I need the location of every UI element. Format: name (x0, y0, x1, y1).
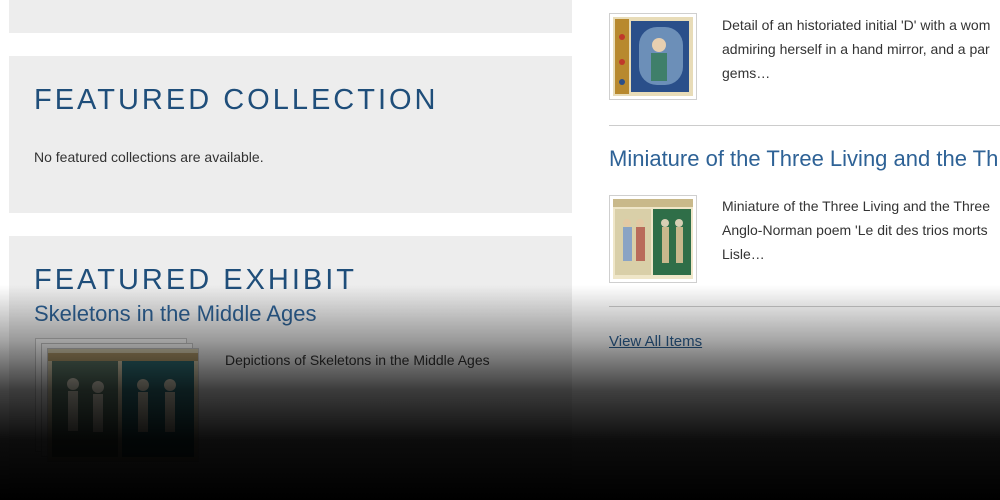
item-thumbnail-three-living[interactable] (609, 195, 697, 283)
item-description-line: Lisle… (722, 246, 765, 262)
item-description-line: Detail of an historiated initial 'D' wit… (722, 17, 991, 33)
exhibit-title-link[interactable]: Skeletons in the Middle Ages (34, 301, 317, 327)
item-divider (609, 306, 1000, 307)
item-thumbnail-image (613, 199, 693, 279)
featured-collection-heading: FEATURED COLLECTION (34, 84, 439, 116)
item-description-line: admiring herself in a hand mirror, and a… (722, 41, 990, 57)
featured-exhibit-panel: FEATURED EXHIBIT Skeletons in the Middle… (9, 236, 572, 500)
item-title-link[interactable]: Miniature of the Three Living and the Th (609, 146, 998, 172)
item-description: Detail of an historiated initial 'D' wit… (722, 13, 1000, 85)
featured-exhibit-heading: FEATURED EXHIBIT (34, 264, 357, 296)
item-thumbnail-image (613, 17, 693, 96)
item-divider (609, 125, 1000, 126)
item-description-line: gems… (722, 65, 771, 81)
featured-collection-panel: FEATURED COLLECTION No featured collecti… (9, 56, 572, 213)
exhibit-description: Depictions of Skeletons in the Middle Ag… (225, 352, 490, 368)
no-collections-message: No featured collections are available. (34, 149, 264, 165)
previous-section-panel (9, 0, 572, 33)
item-description: Miniature of the Three Living and the Th… (722, 194, 1000, 266)
item-description-line: Anglo-Norman poem 'Le dit des trios mort… (722, 222, 988, 238)
view-all-items-link[interactable]: View All Items (609, 333, 702, 350)
item-thumbnail-initial-d[interactable] (609, 13, 697, 100)
exhibit-thumbnail[interactable] (35, 338, 205, 468)
exhibit-thumbnail-image (47, 348, 199, 462)
item-description-line: Miniature of the Three Living and the Th… (722, 198, 990, 214)
